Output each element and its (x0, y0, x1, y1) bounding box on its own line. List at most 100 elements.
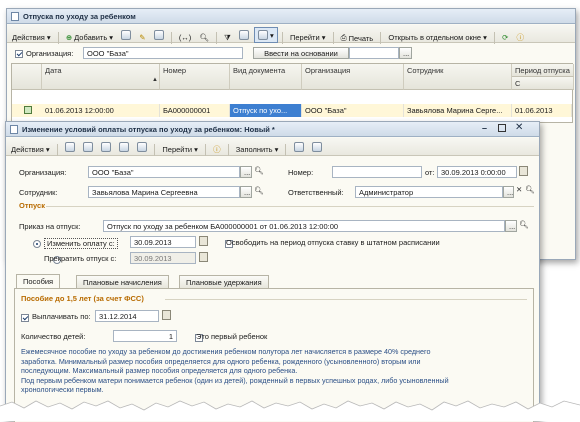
open-separate-button[interactable]: Открыть в отдельном окне ▾ (385, 31, 489, 45)
row-doc-type: Отпуск по ухо... (230, 104, 302, 117)
column-header-period-start[interactable]: С (512, 77, 574, 90)
edit-toolbar: Действия ▾ Перейти ▾ ⓘ Заполнить ▾ (6, 138, 539, 157)
help-icon[interactable]: ⓘ (210, 143, 224, 157)
copy-icon[interactable] (98, 140, 114, 154)
date-field[interactable]: 30.09.2013 0:00:00 (437, 166, 517, 178)
stop-leave-label: Прекратить отпуск с: (44, 254, 117, 263)
list-settings-icon[interactable] (309, 140, 325, 154)
goto-menu-button[interactable]: Перейти ▾ (159, 143, 200, 157)
column-header-employee[interactable]: Сотрудник (404, 64, 512, 90)
org-select-button[interactable]: ... (240, 166, 252, 178)
maximize-icon[interactable] (498, 124, 506, 132)
print-button[interactable]: ⎙ Печать (338, 31, 377, 45)
sort-icon: ▲ (152, 77, 158, 83)
change-pay-date-field[interactable]: 30.09.2013 (130, 236, 196, 248)
pay-until-date-field[interactable]: 31.12.2014 (95, 310, 159, 322)
enter-based-field[interactable] (349, 47, 399, 59)
help-icon[interactable]: ⓘ (513, 31, 527, 45)
tab-benefits[interactable]: Пособия (16, 274, 61, 288)
search-icon[interactable]: 🔍︎ (519, 220, 529, 229)
filter-clear-icon[interactable] (236, 28, 252, 42)
calendar-icon[interactable] (162, 310, 171, 320)
tab-planned-accruals[interactable]: Плановые начисления (76, 275, 169, 288)
column-org-label: Организация (305, 66, 351, 75)
employee-select-button[interactable]: ... (240, 186, 252, 198)
edit-window: Изменение условий оплаты отпуска по уход… (5, 121, 540, 422)
delete-icon[interactable] (151, 28, 167, 42)
add-label: Добавить (74, 33, 108, 42)
column-header-period[interactable]: Период отпуска (512, 64, 574, 77)
order-field[interactable]: Отпуск по уходу за ребенком БА000000001 … (103, 220, 505, 232)
open-separate-label: Открыть в отдельном окне (388, 33, 482, 42)
table-icon[interactable] (291, 140, 307, 154)
goto-label: Перейти (289, 33, 320, 42)
org-field[interactable]: ООО "База" (88, 166, 240, 178)
movements-icon[interactable] (134, 140, 150, 154)
pay-until-checkbox[interactable] (21, 314, 29, 323)
actions-menu-button[interactable]: Действия ▾ (8, 143, 53, 157)
tab-planned-deductions[interactable]: Плановые удержания (179, 275, 269, 288)
org-filter-label: Организация: (26, 49, 74, 58)
fill-label: Заполнить (235, 145, 273, 154)
close-icon[interactable]: ✕ (515, 122, 523, 133)
chevron-down-icon: ▾ (109, 33, 114, 42)
torn-edge (0, 400, 580, 421)
row-org: ООО "База" (302, 104, 404, 117)
calendar-icon[interactable] (519, 166, 528, 176)
column-header-date[interactable]: Дата ▲ (42, 64, 160, 90)
interval-icon[interactable]: (↔) (176, 31, 195, 45)
clear-icon[interactable]: ✕ (516, 185, 522, 194)
post-icon[interactable] (62, 140, 78, 154)
responsible-select-button[interactable]: ... (503, 186, 514, 198)
children-count-field[interactable]: 1 (113, 330, 177, 342)
list-window-title: Отпуска по уходу за ребенком (23, 12, 136, 21)
calendar-icon[interactable] (199, 252, 208, 262)
toolbar-separator (380, 32, 382, 45)
column-header-icon (12, 64, 42, 90)
column-date-label: Дата (45, 66, 62, 75)
document-posted-icon (24, 106, 32, 114)
children-count-label: Количество детей: (21, 332, 86, 341)
toolbar-separator (57, 32, 59, 45)
edit-icon[interactable]: ✎ (136, 31, 148, 45)
change-pay-radio[interactable] (33, 240, 41, 249)
search-icon[interactable]: 🔍︎ (254, 166, 264, 175)
search-icon[interactable]: 🔍︎ (525, 185, 535, 194)
section-leave-title: Отпуск (19, 201, 45, 210)
section-divider (165, 299, 527, 300)
add-button[interactable]: ⊕ Добавить ▾ (63, 31, 116, 45)
unpost-icon[interactable] (80, 140, 96, 154)
order-select-button[interactable]: ... (505, 220, 517, 232)
minimize-icon[interactable]: – (482, 123, 487, 133)
goto-menu-button[interactable]: Перейти ▾ (287, 31, 328, 45)
add-icon: ⊕ (65, 33, 73, 42)
number-field[interactable] (332, 166, 422, 178)
calendar-icon[interactable] (199, 236, 208, 246)
toolbar-separator (493, 32, 495, 45)
responsible-field[interactable]: Администратор (355, 186, 503, 198)
enter-based-button[interactable]: Ввести на основании (253, 47, 349, 59)
refresh-icon[interactable]: ⟳ (499, 31, 511, 45)
section-divider (46, 206, 534, 207)
stop-leave-date-field[interactable]: 30.09.2013 (130, 252, 196, 264)
enter-based-select-button[interactable]: ... (399, 47, 412, 59)
column-header-org[interactable]: Организация (302, 64, 404, 90)
filter-icon[interactable]: ⧩ (221, 31, 234, 45)
employee-field[interactable]: Завьялова Марина Сергеевна (88, 186, 240, 198)
list-window-titlebar: Отпуска по уходу за ребенком (7, 9, 575, 24)
column-header-number[interactable]: Номер (160, 64, 230, 90)
column-header-doc-type[interactable]: Вид документа (230, 64, 302, 90)
tab-planned-deductions-label: Плановые удержания (186, 278, 262, 287)
org-filter-checkbox[interactable] (15, 50, 23, 59)
fill-menu-button[interactable]: Заполнить ▾ (233, 143, 282, 157)
actions-menu-button[interactable]: Действия ▾ (9, 31, 54, 45)
search-icon[interactable]: 🔍︎ (196, 31, 212, 45)
org-filter-field[interactable]: ООО "База" (83, 47, 243, 59)
search-icon[interactable]: 🔍︎ (254, 186, 264, 195)
tree-mode-icon[interactable]: ▾ (254, 27, 278, 43)
copy-icon[interactable] (118, 28, 134, 42)
table-row[interactable]: 01.06.2013 12:00:00 БА000000001 Отпуск п… (12, 104, 572, 117)
structure-icon[interactable] (116, 140, 132, 154)
employee-label: Сотрудник: (19, 188, 58, 197)
row-date: 01.06.2013 12:00:00 (42, 104, 160, 117)
